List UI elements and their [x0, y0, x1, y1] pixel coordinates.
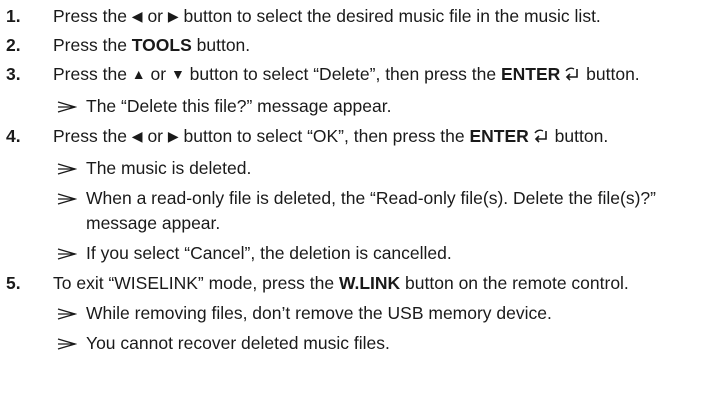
button-name: TOOLS [131, 35, 192, 55]
step-number: 4. [6, 126, 21, 146]
note-arrow-icon [57, 186, 77, 205]
note-text: You cannot recover deleted music files. [86, 333, 390, 353]
step-text-part: button to select the desired music file … [178, 6, 601, 26]
right-triangle-icon: ▶ [167, 8, 179, 24]
step-text-part: Press the [53, 35, 132, 55]
step-number: 2. [6, 35, 21, 55]
button-name: W.LINK [338, 273, 401, 293]
step-text-part: Press the [53, 64, 132, 84]
down-triangle-icon: ▼ [170, 66, 185, 82]
step-text-part: Press the [53, 126, 132, 146]
note-arrow-icon [57, 94, 77, 113]
step-text-part: button. [581, 64, 640, 84]
step-5-note: You cannot recover deleted music files. [0, 331, 717, 356]
left-triangle-icon: ◀ [131, 128, 143, 144]
left-triangle-icon: ◀ [131, 8, 143, 24]
right-triangle-icon: ▶ [167, 128, 179, 144]
step-text: Press the ▲ or ▼ button to select “Delet… [53, 62, 709, 89]
step-4-note: If you select “Cancel”, the deletion is … [0, 241, 717, 266]
step-2: 2. Press the TOOLS button. [0, 33, 717, 58]
step-5: 5. To exit “WISELINK” mode, press the W.L… [0, 271, 717, 296]
step-text-part: or [145, 64, 171, 84]
note-text: If you select “Cancel”, the deletion is … [86, 243, 452, 263]
note-arrow-icon [57, 301, 77, 320]
step-text: To exit “WISELINK” mode, press the W.LIN… [53, 271, 709, 296]
step-text-part: button. [191, 35, 251, 55]
note-arrow-icon [57, 241, 77, 260]
note-arrow-icon [57, 156, 77, 175]
enter-icon [532, 126, 550, 151]
step-5-note: While removing files, don’t remove the U… [0, 301, 717, 326]
button-name: ENTER [500, 64, 561, 84]
step-3: 3. Press the ▲ or ▼ button to select “Del… [0, 62, 717, 89]
step-text-part: or [142, 126, 168, 146]
note-text: When a read-only file is deleted, the “R… [86, 188, 656, 233]
step-text-part: To exit “WISELINK” mode, press the [53, 273, 339, 293]
step-4-note: The music is deleted. [0, 156, 717, 181]
up-triangle-icon: ▲ [131, 66, 146, 82]
step-text-part: Press the [53, 6, 132, 26]
step-text: Press the TOOLS button. [53, 33, 709, 58]
note-text: While removing files, don’t remove the U… [86, 303, 552, 323]
step-4-note: When a read-only file is deleted, the “R… [0, 186, 717, 236]
step-text: Press the ◀ or ▶ button to select the de… [53, 4, 709, 29]
note-text: The “Delete this file?” message appear. [86, 96, 392, 116]
enter-icon [563, 64, 581, 89]
step-text-part: button to select “OK”, then press the [178, 126, 470, 146]
step-number: 1. [6, 6, 21, 26]
button-name: ENTER [469, 126, 529, 146]
step-text-part: button. [549, 126, 609, 146]
step-text: Press the ◀ or ▶ button to select “OK”, … [53, 124, 709, 151]
instruction-page: 1. Press the ◀ or ▶ button to select the … [0, 0, 717, 415]
step-number: 3. [6, 64, 21, 84]
step-text-part: or [142, 6, 168, 26]
step-3-note: The “Delete this file?” message appear. [0, 94, 717, 119]
step-4: 4. Press the ◀ or ▶ button to select “OK”… [0, 124, 717, 151]
step-1: 1. Press the ◀ or ▶ button to select the … [0, 4, 717, 29]
note-arrow-icon [57, 331, 77, 350]
note-text: The music is deleted. [86, 158, 252, 178]
step-text-part: button to select “Delete”, then press th… [184, 64, 501, 84]
step-number: 5. [6, 273, 21, 293]
step-text-part: button on the remote control. [400, 273, 629, 293]
